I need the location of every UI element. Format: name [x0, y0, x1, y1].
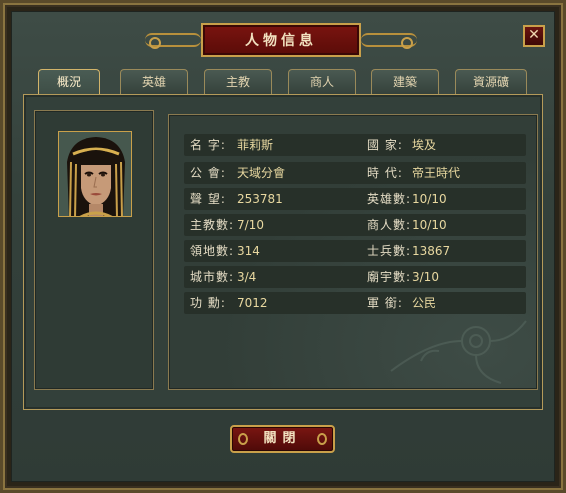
close-button[interactable]: 關閉: [230, 425, 335, 453]
rank-label: 軍 銜:: [367, 296, 403, 310]
era-value: 帝王時代: [412, 166, 461, 180]
portrait-egyptian-queen-icon: [59, 132, 131, 216]
info-row: 主教數: 7/10 商人數: 10/10: [184, 214, 526, 236]
title-ornament-right-icon: [361, 33, 417, 49]
info-row: 功 勳: 7012 軍 銜: 公民: [184, 292, 526, 314]
close-button-label: 關閉: [263, 431, 302, 446]
bishops-count-label: 主教數:: [190, 218, 235, 232]
name-value: 菲莉斯: [237, 138, 274, 152]
info-row: 名 字: 菲莉斯 國 家: 埃及: [184, 134, 526, 156]
rank-value: 公民: [412, 296, 437, 310]
button-ornament-left-icon: [238, 433, 248, 445]
soldiers-count-value: 13867: [412, 244, 451, 258]
info-row: 聲 望: 253781 英雄數: 10/10: [184, 188, 526, 210]
territories-count-value: 314: [237, 244, 260, 258]
reputation-label: 聲 望:: [190, 192, 226, 206]
temples-count-label: 廟宇數:: [367, 270, 412, 284]
heroes-count-value: 10/10: [412, 192, 447, 206]
guild-value: 天域分會: [237, 166, 286, 180]
tab-resource-mines[interactable]: 資源礦: [455, 69, 527, 95]
reputation-value: 253781: [237, 192, 283, 206]
name-label: 名 字:: [190, 138, 226, 152]
avatar: [58, 131, 132, 217]
tab-bishops[interactable]: 主教: [204, 69, 272, 95]
territories-count-label: 領地數:: [190, 244, 235, 258]
era-label: 時 代:: [367, 166, 403, 180]
tab-heroes[interactable]: 英雄: [120, 69, 188, 95]
info-row: 領地數: 314 士兵數: 13867: [184, 240, 526, 262]
title-ornament-left-icon: [145, 33, 201, 49]
merchants-count-value: 10/10: [412, 218, 447, 232]
window-title: 人物信息: [201, 23, 361, 57]
merit-label: 功 勳:: [190, 296, 226, 310]
info-row: 城市數: 3/4 廟宇數: 3/10: [184, 266, 526, 288]
soldiers-count-label: 士兵數:: [367, 244, 412, 258]
temples-count-value: 3/10: [412, 270, 439, 284]
nation-value: 埃及: [412, 138, 437, 152]
title-bar: 人物信息: [145, 23, 417, 59]
info-row: 公 會: 天域分會 時 代: 帝王時代: [184, 162, 526, 184]
guild-label: 公 會:: [190, 166, 226, 180]
merchants-count-label: 商人數:: [367, 218, 412, 232]
tab-overview[interactable]: 概況: [38, 69, 100, 97]
tab-buildings[interactable]: 建築: [371, 69, 439, 95]
button-ornament-right-icon: [317, 433, 327, 445]
close-icon[interactable]: ✕: [523, 25, 545, 47]
nation-label: 國 家:: [367, 138, 403, 152]
merit-value: 7012: [237, 296, 268, 310]
bishops-count-value: 7/10: [237, 218, 264, 232]
heroes-count-label: 英雄數:: [367, 192, 412, 206]
cities-count-label: 城市數:: [190, 270, 235, 284]
cities-count-value: 3/4: [237, 270, 257, 284]
tab-merchants[interactable]: 商人: [288, 69, 356, 95]
